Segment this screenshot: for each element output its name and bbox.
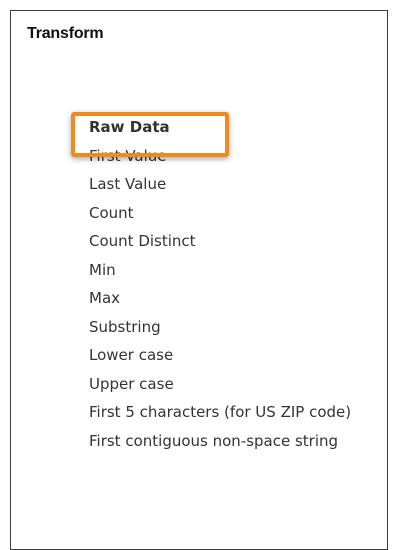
option-count[interactable]: Count	[11, 199, 387, 228]
panel-title: Transform	[27, 25, 104, 42]
option-first-contiguous-non-space[interactable]: First contiguous non-space string	[11, 427, 387, 456]
option-count-distinct[interactable]: Count Distinct	[11, 227, 387, 256]
option-first-value[interactable]: First Value	[11, 142, 387, 171]
option-first-5-characters[interactable]: First 5 characters (for US ZIP code)	[11, 398, 387, 427]
option-last-value[interactable]: Last Value	[11, 170, 387, 199]
option-raw-data[interactable]: Raw Data	[11, 113, 387, 142]
transform-options-list[interactable]: Raw Data First Value Last Value Count Co…	[11, 113, 387, 455]
option-max[interactable]: Max	[11, 284, 387, 313]
option-upper-case[interactable]: Upper case	[11, 370, 387, 399]
option-lower-case[interactable]: Lower case	[11, 341, 387, 370]
option-min[interactable]: Min	[11, 256, 387, 285]
option-substring[interactable]: Substring	[11, 313, 387, 342]
transform-panel: Transform Raw Data First Value Last Valu…	[10, 10, 388, 550]
